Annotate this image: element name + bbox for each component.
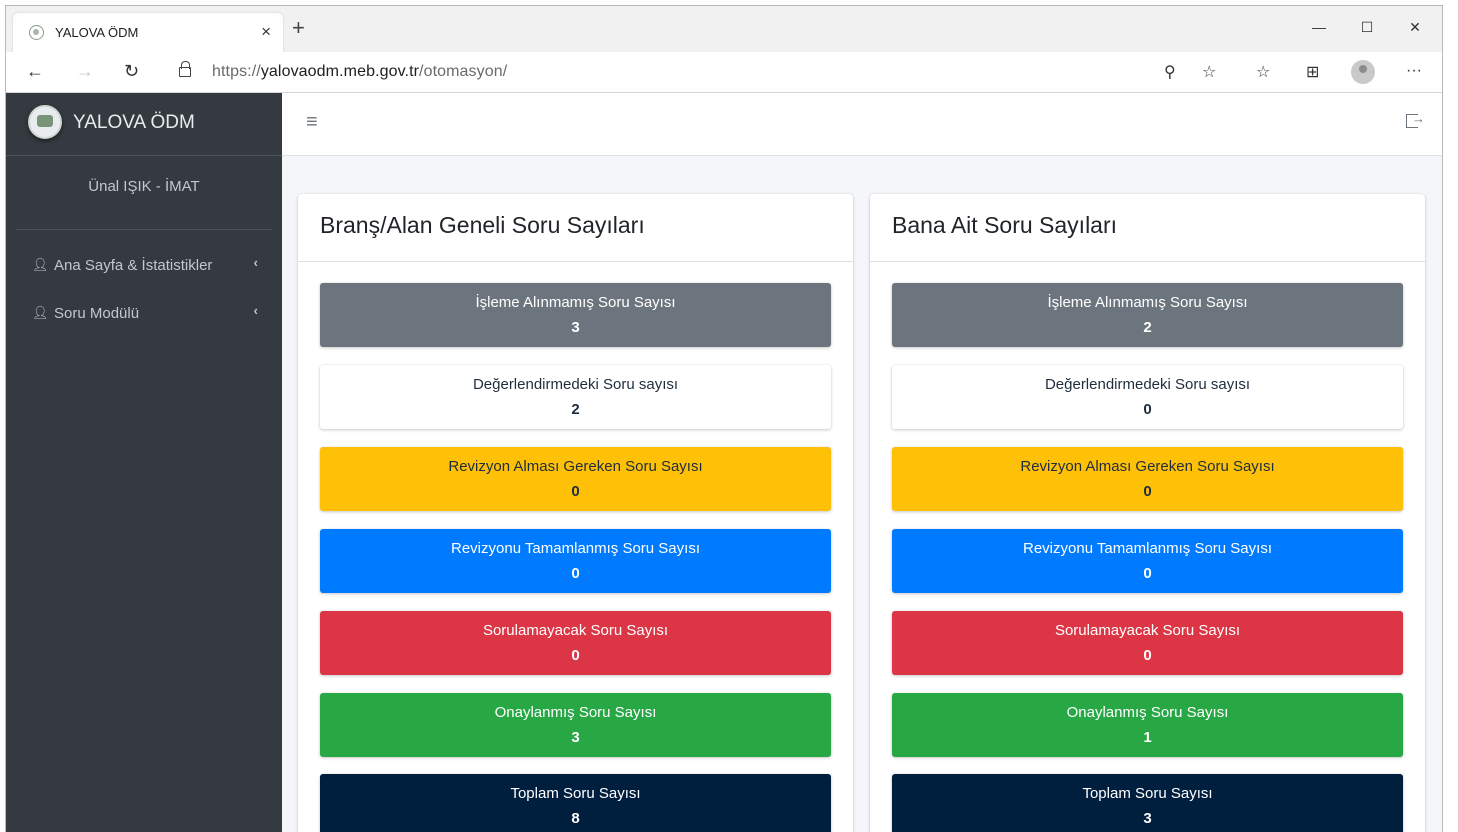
card-header: Branş/Alan Geneli Soru Sayıları (298, 194, 853, 262)
tab-title: YALOVA ÖDM (55, 25, 139, 40)
user-panel: Ünal IŞIK - İMAT (16, 156, 272, 230)
stat-value: 1 (1143, 729, 1152, 746)
sidebar-item-question-module[interactable]: 👤︎ Soru Modülü ‹ (14, 290, 274, 338)
stat-value: 0 (1143, 565, 1152, 582)
stat-revision-completed: Revizyonu Tamamlanmış Soru Sayısı 0 (892, 529, 1403, 593)
stat-label: Onaylanmış Soru Sayısı (1066, 704, 1229, 721)
sidebar-item-label: Ana Sayfa & İstatistikler (54, 257, 213, 274)
maximize-button[interactable]: ☐ (1344, 12, 1390, 42)
tab-strip: YALOVA ÖDM × + — ☐ ✕ (6, 6, 1442, 52)
stat-cannot-be-asked: Sorulamayacak Soru Sayısı 0 (892, 611, 1403, 675)
address-bar: ← → ↻ https://yalovaodm.meb.gov.tr/otoma… (6, 52, 1442, 93)
user-question-icon: 👤︎ (32, 305, 49, 320)
lock-icon[interactable] (179, 61, 191, 77)
back-icon[interactable]: ← (26, 61, 44, 82)
stat-label: Revizyonu Tamamlanmış Soru Sayısı (451, 540, 700, 557)
chevron-left-icon: ‹ (253, 303, 258, 318)
top-navbar: ≡ (282, 93, 1442, 156)
user-question-icon: 👤︎ (32, 257, 49, 272)
stat-value: 0 (571, 483, 580, 500)
card-my-totals: Bana Ait Soru Sayıları İşleme Alınmamış … (870, 194, 1425, 832)
browser-tab[interactable]: YALOVA ÖDM × (13, 13, 283, 52)
card-branch-totals: Branş/Alan Geneli Soru Sayıları İşleme A… (298, 194, 853, 832)
stat-value: 2 (571, 401, 580, 418)
stat-value: 2 (1143, 319, 1152, 336)
url-host: yalovaodm.meb.gov.tr (260, 63, 420, 80)
sidebar: YALOVA ÖDM Ünal IŞIK - İMAT 👤︎ Ana Sayfa… (6, 93, 282, 832)
stat-in-evaluation: Değerlendirmedeki Soru sayısı 2 (320, 365, 831, 429)
stat-value: 0 (571, 565, 580, 582)
sidebar-item-home-stats[interactable]: 👤︎ Ana Sayfa & İstatistikler ‹ (14, 242, 274, 290)
stat-total: Toplam Soru Sayısı 8 (320, 774, 831, 832)
brand-logo-icon (28, 105, 62, 139)
main-content: Branş/Alan Geneli Soru Sayıları İşleme A… (282, 156, 1442, 832)
profile-avatar[interactable] (1351, 60, 1375, 84)
favorites-list-icon[interactable]: ☆ (1256, 62, 1270, 82)
stat-value: 3 (571, 319, 580, 336)
stat-in-evaluation: Değerlendirmedeki Soru sayısı 0 (892, 365, 1403, 429)
card-title: Bana Ait Soru Sayıları (892, 212, 1118, 238)
stat-label: Değerlendirmedeki Soru sayısı (1044, 376, 1251, 393)
stat-label: Revizyonu Tamamlanmış Soru Sayısı (1023, 540, 1272, 557)
stat-label: Onaylanmış Soru Sayısı (494, 704, 657, 721)
stat-cannot-be-asked: Sorulamayacak Soru Sayısı 0 (320, 611, 831, 675)
favorite-star-icon[interactable]: ☆ (1202, 62, 1216, 82)
url-path: /otomasyon/ (419, 63, 508, 80)
stat-needs-revision: Revizyon Alması Gereken Soru Sayısı 0 (320, 447, 831, 511)
stat-approved: Onaylanmış Soru Sayısı 1 (892, 693, 1403, 757)
stat-label: İşleme Alınmamış Soru Sayısı (475, 294, 676, 311)
logout-icon[interactable] (1406, 111, 1425, 128)
stat-label: Toplam Soru Sayısı (510, 785, 641, 802)
stat-value: 3 (1143, 810, 1152, 827)
url-field[interactable]: https://yalovaodm.meb.gov.tr/otomasyon/ (212, 63, 507, 81)
url-scheme: https:// (212, 63, 261, 80)
new-tab-button[interactable]: + (292, 17, 305, 39)
sidebar-item-label: Soru Modülü (54, 305, 140, 322)
stat-label: İşleme Alınmamış Soru Sayısı (1047, 294, 1248, 311)
browser-window: YALOVA ÖDM × + — ☐ ✕ ← → ↻ https://yalov… (5, 5, 1443, 832)
key-icon[interactable]: ⚲ (1164, 62, 1176, 82)
stat-value: 0 (571, 647, 580, 664)
stat-label: Sorulamayacak Soru Sayısı (482, 622, 669, 639)
stat-needs-revision: Revizyon Alması Gereken Soru Sayısı 0 (892, 447, 1403, 511)
chevron-left-icon: ‹ (253, 255, 258, 270)
more-menu-icon[interactable]: ··· (1406, 62, 1422, 80)
stat-approved: Onaylanmış Soru Sayısı 3 (320, 693, 831, 757)
stat-label: Toplam Soru Sayısı (1082, 785, 1213, 802)
stat-label: Revizyon Alması Gereken Soru Sayısı (1020, 458, 1275, 475)
brand-text: YALOVA ÖDM (73, 112, 195, 133)
stat-value: 0 (1143, 483, 1152, 500)
card-title: Branş/Alan Geneli Soru Sayıları (320, 212, 645, 238)
close-tab-icon[interactable]: × (261, 22, 271, 42)
card-header: Bana Ait Soru Sayıları (870, 194, 1425, 262)
stat-total: Toplam Soru Sayısı 3 (892, 774, 1403, 832)
minimize-button[interactable]: — (1296, 12, 1342, 42)
refresh-icon[interactable]: ↻ (124, 61, 139, 82)
stat-unprocessed: İşleme Alınmamış Soru Sayısı 2 (892, 283, 1403, 347)
stat-value: 0 (1143, 647, 1152, 664)
stat-label: Sorulamayacak Soru Sayısı (1054, 622, 1241, 639)
forward-icon[interactable]: → (76, 61, 94, 82)
user-name[interactable]: Ünal IŞIK - İMAT (88, 178, 199, 195)
close-window-button[interactable]: ✕ (1392, 12, 1438, 42)
site-favicon-icon (29, 25, 44, 40)
menu-toggle-icon[interactable]: ≡ (306, 111, 318, 134)
stat-label: Değerlendirmedeki Soru sayısı (472, 376, 679, 393)
stat-label: Revizyon Alması Gereken Soru Sayısı (448, 458, 703, 475)
stat-unprocessed: İşleme Alınmamış Soru Sayısı 3 (320, 283, 831, 347)
stat-value: 0 (1143, 401, 1152, 418)
brand-link[interactable]: YALOVA ÖDM (6, 93, 282, 156)
stat-revision-completed: Revizyonu Tamamlanmış Soru Sayısı 0 (320, 529, 831, 593)
stat-value: 3 (571, 729, 580, 746)
collections-icon[interactable]: ⊞ (1306, 62, 1319, 82)
stat-value: 8 (571, 810, 580, 827)
